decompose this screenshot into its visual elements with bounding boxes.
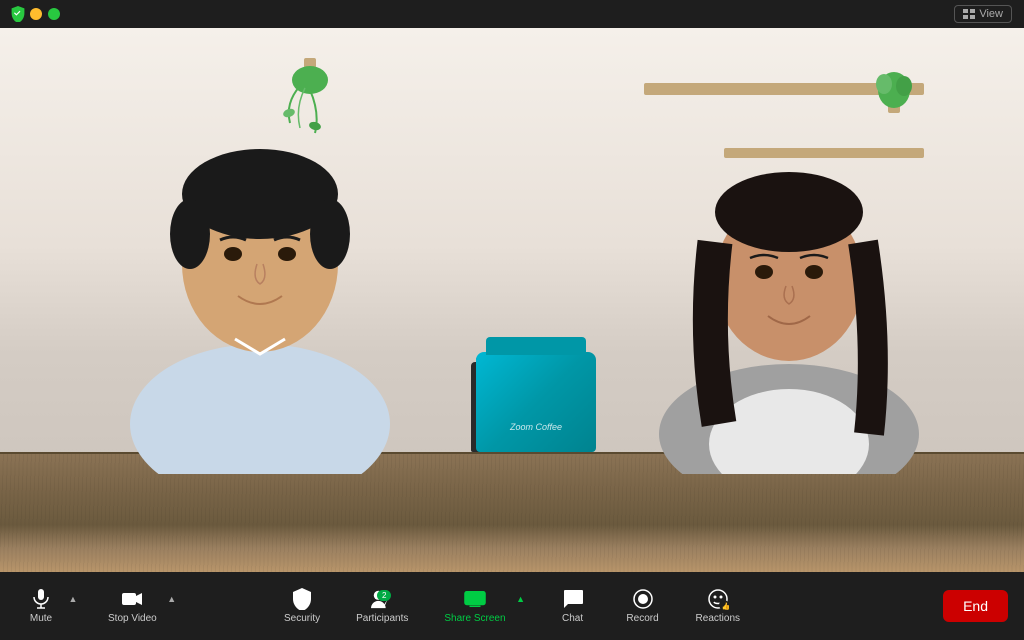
security-icon xyxy=(291,588,313,610)
video-chevron[interactable]: ▲ xyxy=(165,588,179,610)
camera-icon xyxy=(121,588,143,610)
participants-button[interactable]: 2 Participants xyxy=(348,584,416,628)
maximize-button[interactable] xyxy=(48,8,60,20)
record-button[interactable]: Record xyxy=(618,584,668,628)
toolbar-left: Mute ▲ Stop Video ▲ xyxy=(16,584,179,628)
share-screen-button[interactable]: Share Screen xyxy=(436,584,513,628)
view-button[interactable]: View xyxy=(954,5,1012,23)
mute-group: Mute ▲ xyxy=(16,584,80,628)
participants-icon: 2 xyxy=(371,588,393,610)
toolbar: Mute ▲ Stop Video ▲ xyxy=(0,572,1024,640)
microphone-icon xyxy=(30,588,52,610)
chat-button[interactable]: Chat xyxy=(548,584,598,628)
person-woman xyxy=(624,74,954,474)
reactions-button[interactable]: 👍 Reactions xyxy=(688,584,748,628)
mute-button[interactable]: Mute xyxy=(16,584,66,628)
security-badge xyxy=(10,6,26,22)
title-bar: View xyxy=(0,0,1024,28)
reactions-icon: 👍 xyxy=(707,588,729,610)
minimize-button[interactable] xyxy=(30,8,42,20)
coffee-machine-top xyxy=(486,337,586,355)
stop-video-group: Stop Video ▲ xyxy=(100,584,179,628)
record-icon xyxy=(632,588,654,610)
mute-chevron[interactable]: ▲ xyxy=(66,588,80,610)
title-bar-right: View xyxy=(954,5,1012,23)
share-screen-icon xyxy=(464,588,486,610)
stop-video-button[interactable]: Stop Video xyxy=(100,584,165,628)
chat-icon xyxy=(562,588,584,610)
participants-wrap: 2 Participants xyxy=(348,584,416,628)
video-area: ORDERS LATTE COFFEE xyxy=(0,28,1024,572)
toolbar-center: Security 2 Participants xyxy=(276,584,748,628)
coffee-machine: Zoom Coffee xyxy=(476,352,596,452)
svg-text:👍: 👍 xyxy=(721,602,729,611)
security-button[interactable]: Security xyxy=(276,584,328,628)
share-chevron[interactable]: ▲ xyxy=(514,588,528,610)
end-button[interactable]: End xyxy=(943,590,1008,622)
toolbar-right: End xyxy=(943,590,1008,622)
person-man xyxy=(80,44,440,474)
share-screen-group: Share Screen ▲ xyxy=(436,584,527,628)
